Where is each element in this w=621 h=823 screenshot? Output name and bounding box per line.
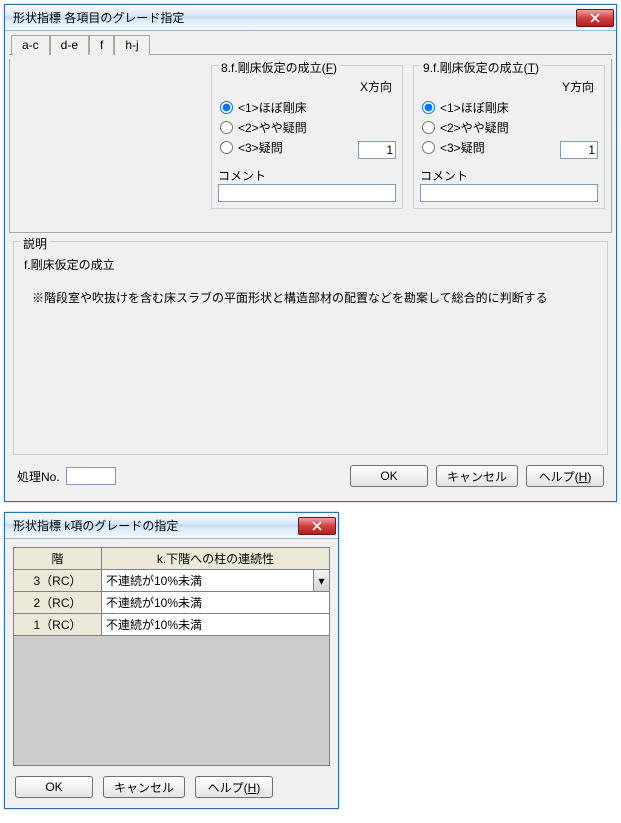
grid-empty-area [13, 636, 330, 766]
row-cell[interactable]: 不連続が10%未満 [102, 614, 330, 636]
title-text-2: 形状指標 k項のグレードの指定 [13, 517, 178, 534]
grade-dialog: 形状指標 各項目のグレード指定 a-c d-e f h-j 8.f.剛床仮定の成… [4, 4, 617, 502]
group-9f-legend: 9.f.剛床仮定の成立(T) [420, 59, 542, 76]
group-8f: 8.f.剛床仮定の成立(F) X方向 <1>ほぼ剛床 <2>やや疑問 <3>疑問… [211, 65, 403, 209]
close-icon[interactable] [576, 9, 614, 27]
tab-a-c[interactable]: a-c [11, 35, 50, 55]
description-title: f.剛床仮定の成立 [24, 256, 597, 273]
proc-no-label: 処理No. [17, 468, 60, 485]
chevron-down-icon[interactable]: ▾ [313, 570, 329, 591]
comment-input-8f[interactable] [218, 184, 396, 202]
description-body: ※階段室や吹抜けを含む床スラブの平面形状と構造部材の配置などを勘案して総合的に判… [32, 289, 597, 306]
row-label: 1（RC） [14, 614, 102, 636]
description-legend: 説明 [20, 235, 50, 252]
table-row: 3（RC） 不連続が10%未満 ▾ [14, 570, 330, 592]
k-grade-dialog: 形状指標 k項のグレードの指定 階 k.下階への柱の連続性 3（RC） 不連続が… [4, 512, 339, 809]
radio-9f-1[interactable]: <1>ほぼ剛床 [420, 99, 598, 116]
titlebar[interactable]: 形状指標 各項目のグレード指定 [5, 5, 616, 31]
comment-label-9f: コメント [420, 167, 598, 184]
help-button[interactable]: ヘルプ(H) [526, 465, 604, 487]
ok-button-2[interactable]: OK [15, 776, 93, 798]
cancel-button[interactable]: キャンセル [436, 465, 518, 487]
tab-panel-f: 8.f.剛床仮定の成立(F) X方向 <1>ほぼ剛床 <2>やや疑問 <3>疑問… [9, 59, 612, 233]
description-group: 説明 f.剛床仮定の成立 ※階段室や吹抜けを含む床スラブの平面形状と構造部材の配… [13, 241, 608, 455]
comment-label-8f: コメント [218, 167, 396, 184]
tab-strip: a-c d-e f h-j [9, 35, 612, 55]
dir-label-x: X方向 [218, 78, 392, 95]
bottom-row: 処理No. OK キャンセル ヘルプ(H) [9, 459, 612, 497]
radio-8f-2[interactable]: <2>やや疑問 [218, 119, 396, 136]
group-9f: 9.f.剛床仮定の成立(T) Y方向 <1>ほぼ剛床 <2>やや疑問 <3>疑問… [413, 65, 605, 209]
value-9f[interactable] [560, 141, 598, 159]
row-label: 3（RC） [14, 570, 102, 592]
row-label: 2（RC） [14, 592, 102, 614]
help-button-2[interactable]: ヘルプ(H) [195, 776, 273, 798]
tab-d-e[interactable]: d-e [50, 35, 89, 55]
close-icon-2[interactable] [298, 517, 336, 535]
tab-h-j[interactable]: h-j [114, 35, 149, 55]
table-row: 1（RC） 不連続が10%未満 [14, 614, 330, 636]
radio-9f-2[interactable]: <2>やや疑問 [420, 119, 598, 136]
row-cell[interactable]: 不連続が10%未満 ▾ [102, 570, 330, 592]
title-text: 形状指標 各項目のグレード指定 [13, 9, 184, 26]
k-grid[interactable]: 階 k.下階への柱の連続性 3（RC） 不連続が10%未満 ▾ 2（RC） 不連… [13, 547, 330, 636]
tab-f[interactable]: f [89, 35, 114, 55]
radio-8f-1[interactable]: <1>ほぼ剛床 [218, 99, 396, 116]
row-cell[interactable]: 不連続が10%未満 [102, 592, 330, 614]
cancel-button-2[interactable]: キャンセル [103, 776, 185, 798]
proc-no-input[interactable] [66, 467, 116, 485]
ok-button[interactable]: OK [350, 465, 428, 487]
dir-label-y: Y方向 [420, 78, 594, 95]
titlebar-2[interactable]: 形状指標 k項のグレードの指定 [5, 513, 338, 539]
value-8f[interactable] [358, 141, 396, 159]
col-floor: 階 [14, 548, 102, 570]
table-row: 2（RC） 不連続が10%未満 [14, 592, 330, 614]
comment-input-9f[interactable] [420, 184, 598, 202]
group-8f-legend: 8.f.剛床仮定の成立(F) [218, 59, 340, 76]
col-continuity: k.下階への柱の連続性 [102, 548, 330, 570]
